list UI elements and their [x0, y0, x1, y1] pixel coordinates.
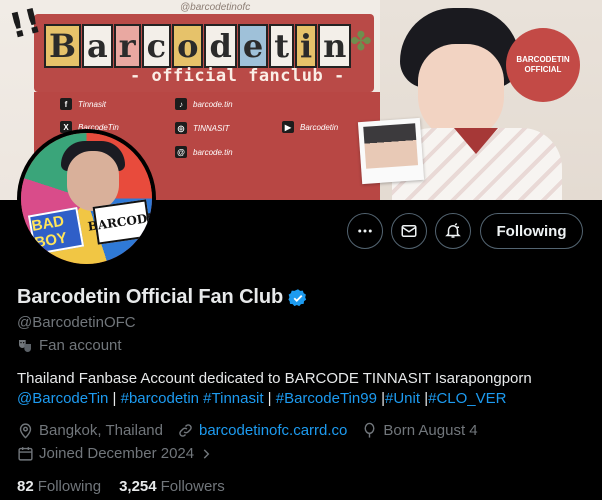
banner-social-youtube: ▶ Barcodetin [282, 121, 338, 133]
birthday-text: Born August 4 [383, 422, 478, 439]
bio-hashtag-link[interactable]: #Unit [385, 390, 420, 407]
youtube-icon: ▶ [282, 121, 294, 133]
banner-social-label: Tinnasit [78, 99, 106, 109]
banner-title-letter: d [204, 24, 237, 68]
banner-social-threads: @ barcode.tin [175, 146, 233, 158]
masks-icon [19, 339, 31, 352]
banner-title-letter: a [82, 24, 113, 68]
banner-logo-seal: BARCODETIN OFFICIAL [506, 28, 580, 102]
verified-badge-icon[interactable] [288, 288, 308, 308]
profile-avatar[interactable]: BAD BOY BARCODE [17, 129, 156, 268]
location-pin-icon [19, 423, 32, 439]
banner-social-label: barcode.tin [193, 147, 233, 157]
bio-tags: @BarcodeTin | #barcodetin #Tinnasit | #B… [17, 389, 587, 409]
banner-social-tiktok: ♪ barcode.tin [175, 98, 233, 110]
following-stat[interactable]: 82 Following [17, 478, 101, 495]
banner-title-letter: n [318, 24, 352, 68]
bio-hashtag-link[interactable]: #BarcodeTin99 [276, 390, 377, 407]
banner-title-letter: t [269, 24, 294, 68]
link-icon [179, 424, 192, 437]
profile-meta-row: Bangkok, Thailand barcodetinofc.carrd.co… [17, 422, 492, 439]
banner-title-letter: o [172, 24, 204, 68]
joined-text: Joined December 2024 [39, 445, 195, 462]
balloon-icon [364, 422, 375, 438]
banner-polaroid-photo [357, 117, 425, 185]
website-item[interactable]: barcodetinofc.carrd.co [177, 422, 347, 439]
avatar-face [67, 151, 119, 211]
avatar-sticker-left: BAD BOY [27, 206, 85, 256]
shirt-trim [454, 128, 498, 154]
followers-stat[interactable]: 3,254 Followers [119, 478, 225, 495]
following-stat-label: Following [37, 478, 102, 495]
followers-count: 3,254 [119, 478, 157, 495]
following-button[interactable]: Following [480, 213, 583, 249]
banner-title-letter: r [113, 24, 141, 68]
profile-category: Fan account [17, 337, 122, 354]
banner-watermark: @barcodetinofc [180, 2, 251, 13]
banner-social-weibo: ◎ TINNASIT [175, 122, 229, 134]
banner-title-letter: e [237, 24, 269, 68]
followers-stat-label: Followers [160, 478, 225, 495]
banner-title-letter: B [44, 24, 82, 68]
banner-social-label: Barcodetin [300, 122, 339, 132]
weibo-icon: ◎ [175, 122, 187, 134]
banner-title-letter: c [141, 24, 172, 68]
envelope-icon [401, 225, 417, 237]
bio-hashtag-link[interactable]: #CLO_VER [428, 390, 506, 407]
banner-social-label: TINNASIT [193, 123, 230, 133]
bio-mention-link[interactable]: @BarcodeTin [17, 390, 108, 407]
bio-text: Thailand Fanbase Account dedicated to BA… [17, 370, 532, 387]
following-count: 82 [17, 478, 34, 495]
calendar-icon [18, 447, 33, 461]
banner-title: B a r c o d e t i n [44, 24, 352, 68]
website-link[interactable]: barcodetinofc.carrd.co [199, 422, 347, 439]
more-options-button[interactable] [347, 213, 383, 249]
location-item: Bangkok, Thailand [17, 422, 163, 439]
bio-separator: | [263, 390, 276, 407]
banner-portrait-face [418, 44, 504, 140]
bio-separator: | [376, 390, 385, 407]
profile-handle: @BarcodetinOFC [17, 314, 136, 331]
message-button[interactable] [391, 213, 427, 249]
bio-separator: | [420, 390, 429, 407]
joined-item[interactable]: Joined December 2024 [17, 445, 213, 462]
tiktok-icon: ♪ [175, 98, 187, 110]
banner-social-label: barcode.tin [193, 99, 233, 109]
bio-hashtag-link[interactable]: #barcodetin #Tinnasit [121, 390, 264, 407]
profile-name-row: Barcodetin Official Fan Club [17, 286, 308, 309]
notifications-button[interactable] [435, 213, 471, 249]
bell-icon [445, 222, 461, 238]
exclamation-icon: !! [5, 0, 46, 48]
avatar-sticker-right: BARCODE [87, 199, 152, 245]
banner-social-facebook: f Tinnasit [60, 98, 106, 110]
banner-subtitle: - official fanclub - [130, 66, 345, 86]
banner-title-letter: i [294, 24, 318, 68]
bio-separator: | [108, 390, 121, 407]
location-text: Bangkok, Thailand [39, 422, 163, 439]
profile-bio: Thailand Fanbase Account dedicated to BA… [17, 369, 587, 409]
chevron-right-icon [203, 448, 210, 459]
facebook-icon: f [60, 98, 72, 110]
follow-stats: 82 Following 3,254 Followers [17, 478, 225, 495]
clover-icon: ✤ [350, 26, 372, 56]
birthday-item: Born August 4 [361, 422, 478, 439]
banner-seal-text: BARCODETIN OFFICIAL [516, 55, 570, 74]
more-icon [358, 229, 372, 233]
category-label: Fan account [39, 337, 122, 354]
threads-icon: @ [175, 146, 187, 158]
display-name: Barcodetin Official Fan Club [17, 286, 284, 308]
